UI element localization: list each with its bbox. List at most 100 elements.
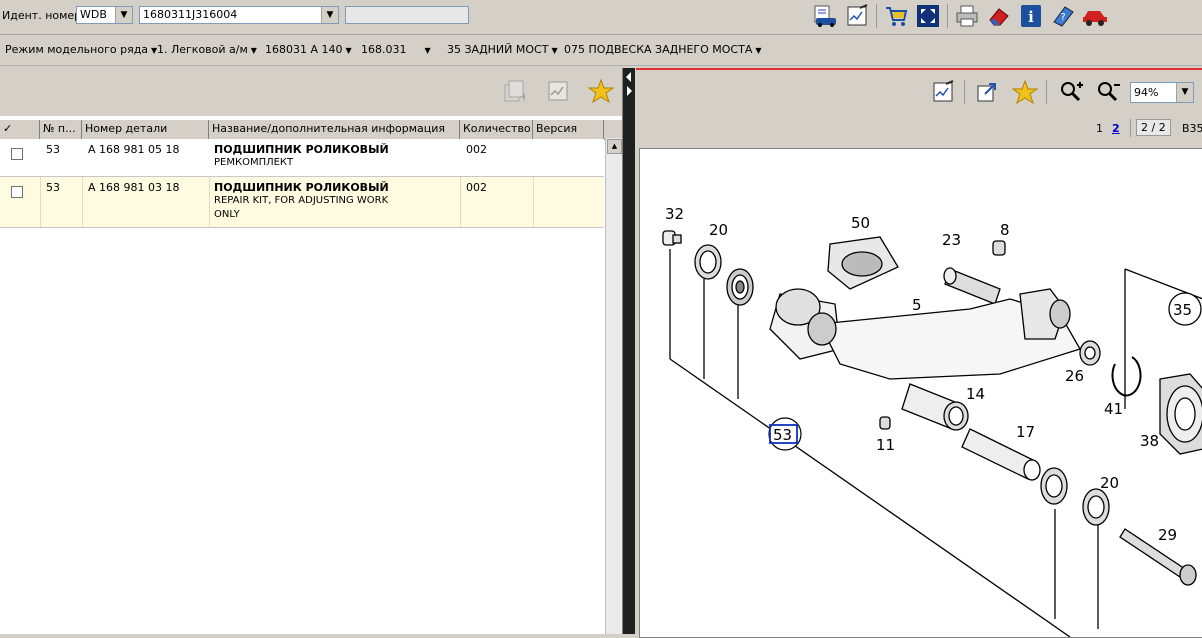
svg-text:+: + <box>519 90 525 103</box>
callout-label[interactable]: 53 <box>773 426 792 444</box>
breadcrumb-item-model[interactable]: 168031 A 140 ▼ <box>265 43 352 56</box>
callout-label[interactable]: 20 <box>709 221 728 239</box>
callout-label[interactable]: 38 <box>1140 432 1159 450</box>
table-row[interactable]: 53 A 168 981 05 18 ПОДШИПНИК РОЛИКОВЫЙ Р… <box>0 139 604 177</box>
drawing-canvas: 32 20 50 23 8 5 35 26 41 14 38 53 11 17 … <box>662 205 1202 637</box>
header-part-number[interactable]: Номер детали <box>82 120 209 139</box>
vehicle-data-icon[interactable] <box>812 3 838 29</box>
caret-down-icon: ▼ <box>345 46 352 55</box>
parts-table-header: ✓ № п... Номер детали Название/дополните… <box>0 119 622 140</box>
row-info: РЕМКОМПЛЕКТ <box>214 157 294 168</box>
caret-down-icon: ▼ <box>551 46 558 55</box>
ident-number-value: 1680311J316004 <box>143 8 238 21</box>
column-divider <box>533 177 534 227</box>
callout-label[interactable]: 17 <box>1016 423 1035 441</box>
favorite-star-icon[interactable] <box>1012 79 1038 105</box>
header-position[interactable]: № п... <box>40 120 82 139</box>
help-book-icon[interactable]: ? <box>1050 3 1076 29</box>
edit-list-icon[interactable] <box>930 79 956 105</box>
breadcrumb-label: 075 ПОДВЕСКА ЗАДНЕГО МОСТА <box>564 43 753 56</box>
toolbar-separator <box>964 80 965 104</box>
header-check[interactable]: ✓ <box>0 120 40 139</box>
caret-down-icon: ▼ <box>424 46 431 55</box>
vertical-scrollbar[interactable]: ▲ <box>605 138 622 634</box>
breadcrumb-label: 168031 A 140 <box>265 43 343 56</box>
viewer-toolbar: 94% ▼ <box>636 72 1202 112</box>
row-checkbox[interactable] <box>11 186 23 198</box>
toolbar-separator <box>947 4 948 28</box>
zoom-out-icon[interactable] <box>1096 79 1122 105</box>
callout-label[interactable]: 29 <box>1158 526 1177 544</box>
callout-label[interactable]: 8 <box>1000 221 1010 239</box>
add-to-list-icon[interactable]: + <box>500 78 526 104</box>
column-divider <box>82 177 83 227</box>
part-41-circlip <box>1111 356 1142 397</box>
extra-field[interactable] <box>345 6 469 24</box>
breadcrumb-item-class[interactable]: 1. Легковой а/м ▼ <box>157 43 257 56</box>
zoom-select[interactable]: 94% ▼ <box>1130 82 1194 103</box>
callout-label[interactable]: 20 <box>1100 474 1119 492</box>
callout-label[interactable]: 50 <box>851 214 870 232</box>
edit-list-icon[interactable] <box>844 3 870 29</box>
favorite-star-icon[interactable] <box>588 78 614 104</box>
part-20-ring-lower-2 <box>1082 488 1110 526</box>
row-checkbox[interactable] <box>11 148 23 160</box>
scroll-up-icon[interactable]: ▲ <box>607 139 622 154</box>
shopping-cart-icon[interactable] <box>883 3 909 29</box>
row-part-number: A 168 981 05 18 <box>88 143 180 156</box>
car-service-icon[interactable] <box>1082 3 1108 29</box>
toolbar-separator <box>1130 119 1131 137</box>
drawing-code: B35 <box>1182 122 1202 135</box>
page-link-1[interactable]: 1 <box>1096 122 1103 135</box>
callout-label[interactable]: 26 <box>1065 367 1084 385</box>
info-icon[interactable]: i <box>1018 3 1044 29</box>
part-11-nipple <box>879 416 891 430</box>
part-23-pin <box>943 267 1001 305</box>
breadcrumb-item-type[interactable]: 168.031 ▼ <box>361 43 431 56</box>
row-part-name: ПОДШИПНИК РОЛИКОВЫЙ <box>214 143 389 156</box>
collapse-arrows-icon[interactable] <box>625 70 633 100</box>
row-quantity: 002 <box>466 143 487 156</box>
zoom-in-icon[interactable] <box>1059 79 1085 105</box>
part-20-ring <box>694 244 722 280</box>
part-5-trailing-arm <box>769 288 1081 380</box>
breadcrumb-item-mode[interactable]: Режим модельного ряда ▼ <box>5 43 157 56</box>
callout-label[interactable]: 23 <box>942 231 961 249</box>
callout-label[interactable]: 5 <box>912 296 922 314</box>
main-tool-icons: i ? <box>812 3 1108 29</box>
column-divider <box>209 177 210 227</box>
header-name[interactable]: Название/дополнительная информация <box>209 120 460 139</box>
panel-splitter[interactable] <box>623 68 635 634</box>
breadcrumb-label: Режим модельного ряда <box>5 43 149 56</box>
chevron-down-icon[interactable]: ▼ <box>1176 83 1193 102</box>
callout-label[interactable]: 35 <box>1173 301 1192 319</box>
callout-label[interactable]: 41 <box>1104 400 1123 418</box>
breadcrumb-item-subgroup[interactable]: 075 ПОДВЕСКА ЗАДНЕГО МОСТА ▼ <box>564 43 762 56</box>
header-version[interactable]: Версия <box>533 120 604 139</box>
row-position: 53 <box>46 143 60 156</box>
ident-number-input[interactable]: 1680311J316004 ▼ <box>139 6 339 24</box>
row-part-name: ПОДШИПНИК РОЛИКОВЫЙ <box>214 181 389 194</box>
page-link-2[interactable]: 2 <box>1112 122 1120 135</box>
ident-prefix-select[interactable]: WDB ▼ <box>76 6 133 24</box>
edit-list-icon[interactable] <box>545 78 571 104</box>
breadcrumb-label: 35 ЗАДНИЙ МОСТ <box>447 43 549 56</box>
eraser-icon[interactable] <box>986 3 1012 29</box>
fullscreen-icon[interactable] <box>915 3 941 29</box>
header-quantity[interactable]: Количество <box>460 120 533 139</box>
callout-label[interactable]: 32 <box>665 205 684 223</box>
callout-label[interactable]: 11 <box>876 436 895 454</box>
chevron-down-icon[interactable]: ▼ <box>115 7 132 23</box>
zoom-value: 94% <box>1134 86 1159 99</box>
print-icon[interactable] <box>954 3 980 29</box>
open-external-icon[interactable] <box>974 79 1000 105</box>
part-26-washer <box>1079 340 1101 366</box>
ident-prefix-value: WDB <box>80 8 107 21</box>
breadcrumb-item-group[interactable]: 35 ЗАДНИЙ МОСТ ▼ <box>447 43 558 56</box>
exploded-view-drawing[interactable]: 32 20 50 23 8 5 35 26 41 14 38 53 11 17 … <box>639 148 1202 638</box>
chevron-down-icon[interactable]: ▼ <box>321 7 338 23</box>
drawing-viewer: 94% ▼ 1 2 2 / 2 B35 32 20 50 23 8 5 35 2… <box>636 68 1202 638</box>
table-row[interactable]: 53 A 168 981 03 18 ПОДШИПНИК РОЛИКОВЫЙ R… <box>0 177 604 228</box>
column-divider <box>40 177 41 227</box>
callout-label[interactable]: 14 <box>966 385 985 403</box>
